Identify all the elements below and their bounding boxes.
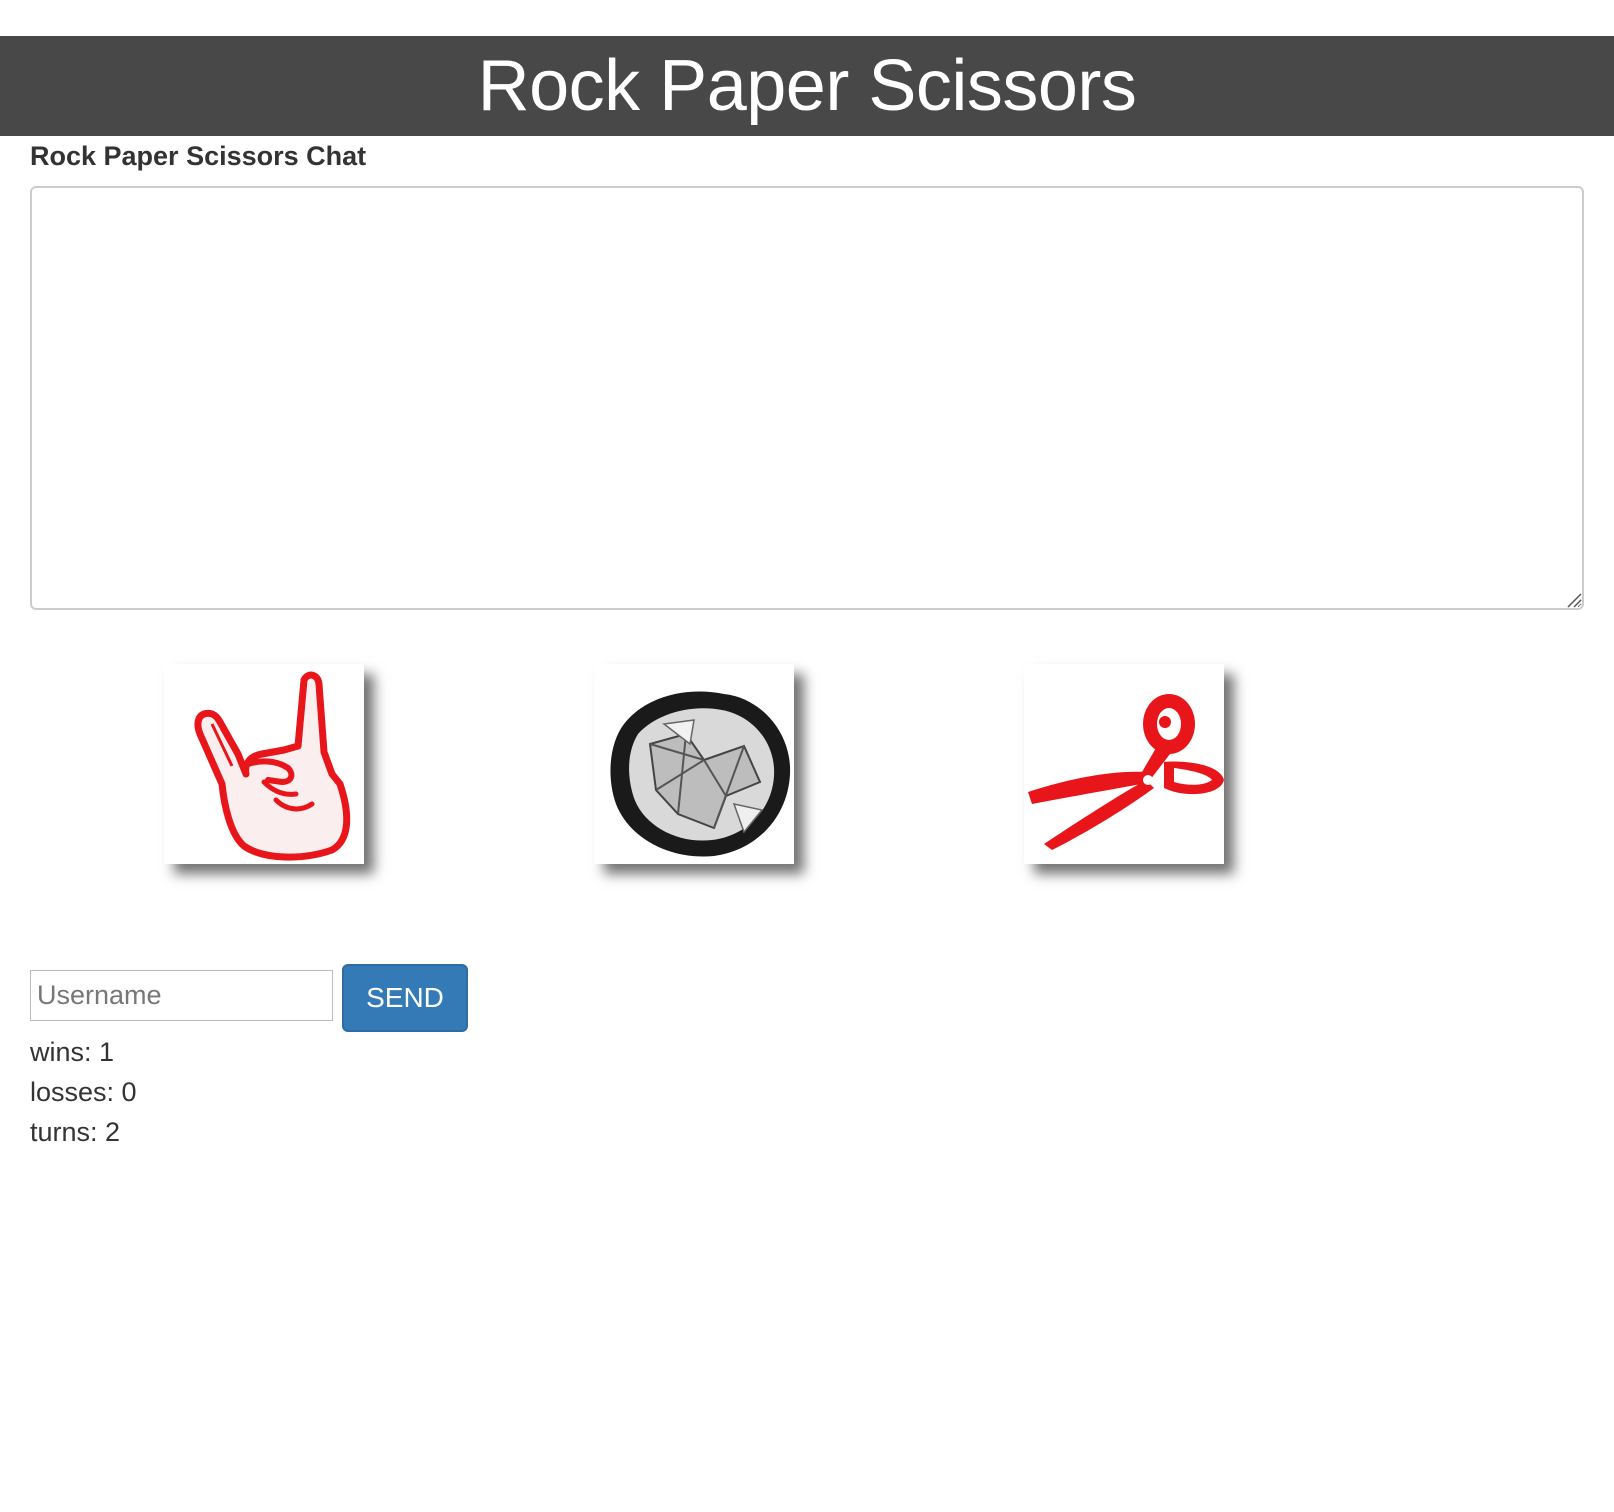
send-button[interactable]: SEND bbox=[342, 964, 468, 1032]
losses-stat: losses: 0 bbox=[30, 1077, 137, 1107]
chat-textarea[interactable] bbox=[30, 186, 1584, 610]
scissors-icon bbox=[1028, 694, 1224, 850]
wins-stat: wins: 1 bbox=[30, 1037, 115, 1067]
page-title: Rock Paper Scissors bbox=[477, 46, 1137, 126]
turns-stat: turns: 2 bbox=[30, 1117, 121, 1147]
chat-label: Rock Paper Scissors Chat bbox=[30, 141, 367, 171]
crumpled-paper-icon bbox=[610, 691, 791, 857]
rock-hand-icon bbox=[194, 671, 351, 861]
rock-choice-button[interactable] bbox=[164, 664, 364, 864]
scissors-choice-button[interactable] bbox=[1024, 664, 1224, 864]
paper-choice-button[interactable] bbox=[594, 664, 794, 864]
page-header: Rock Paper Scissors bbox=[0, 36, 1614, 136]
username-input[interactable] bbox=[30, 970, 333, 1021]
resize-grip-icon[interactable] bbox=[1566, 592, 1582, 608]
